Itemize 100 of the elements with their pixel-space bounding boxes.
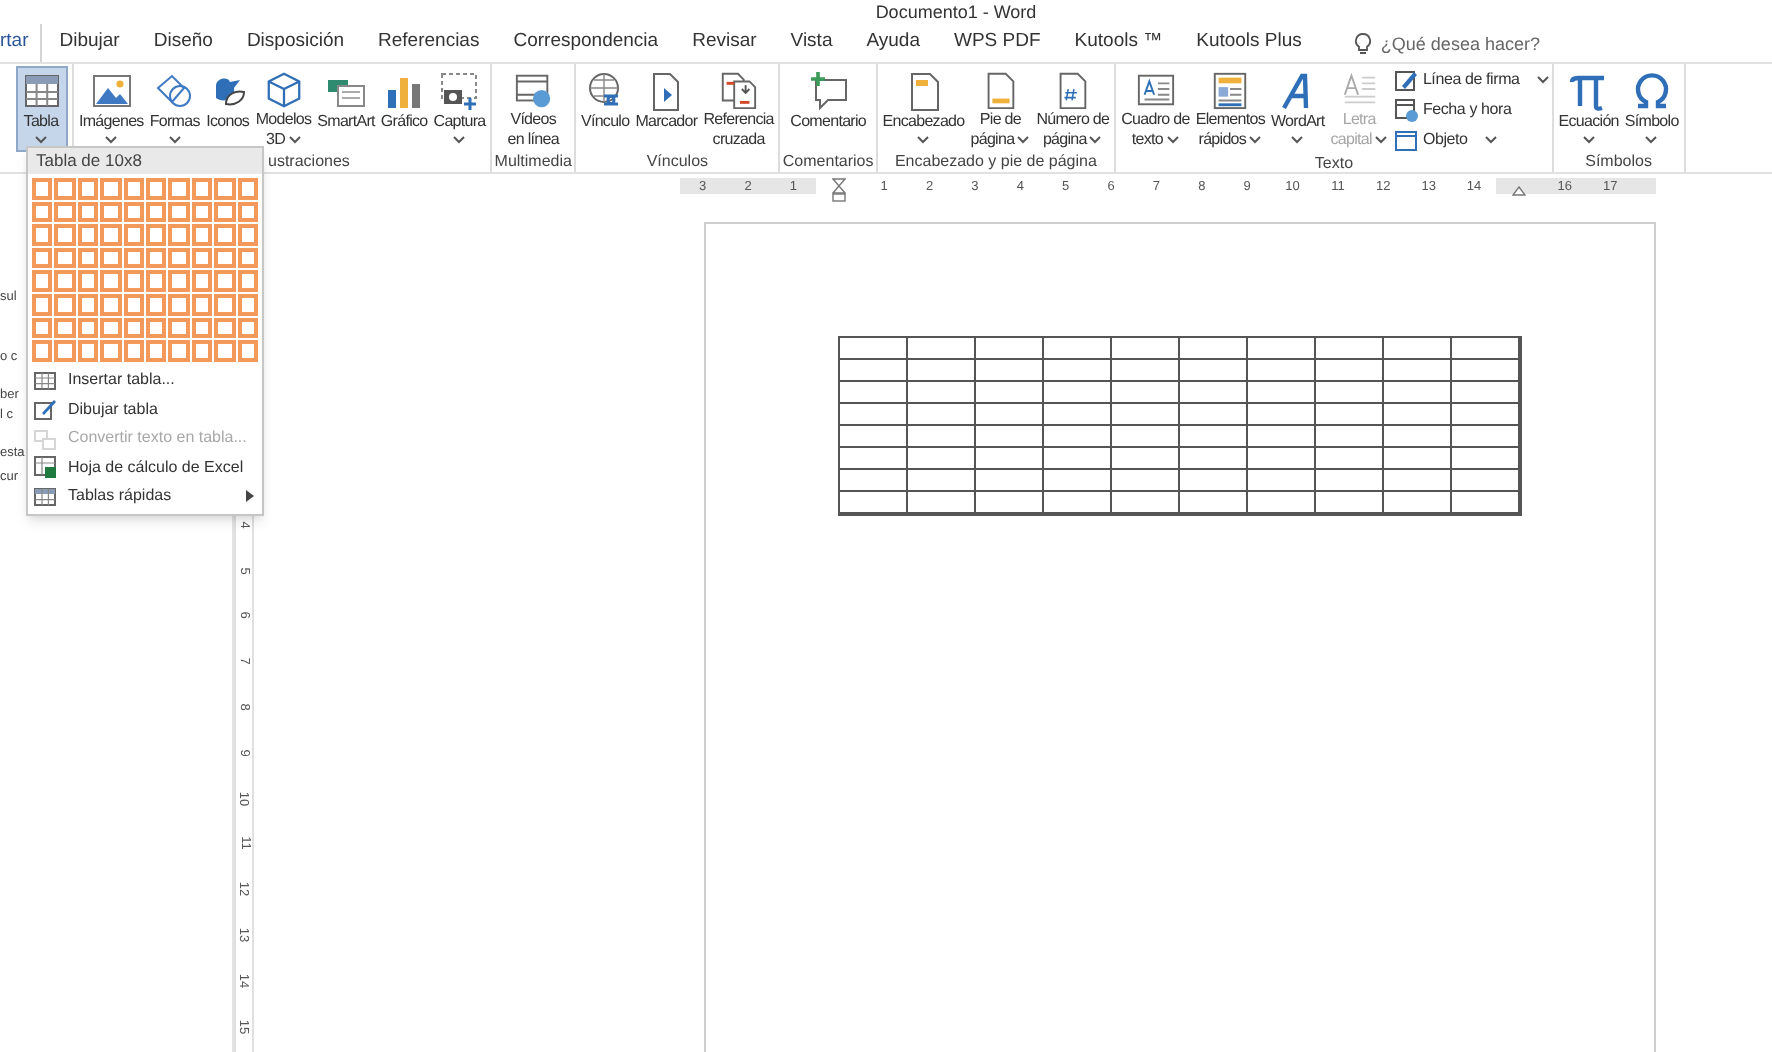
table-size-cell[interactable] (214, 340, 236, 362)
small-ribbon-button[interactable]: Línea de firma (1394, 66, 1550, 94)
table-size-cell[interactable] (237, 224, 259, 246)
table-size-cell[interactable] (100, 270, 122, 292)
table-size-cell[interactable] (237, 293, 259, 316)
ribbon-button[interactable]: Captura (430, 66, 489, 152)
table-size-cell[interactable] (54, 270, 76, 292)
ribbon-button[interactable]: Formas (146, 66, 203, 152)
table-size-cell[interactable] (168, 178, 190, 200)
table-size-cell[interactable] (168, 224, 190, 246)
ribbon-button[interactable]: Iconos (202, 66, 253, 152)
table-size-cell[interactable] (54, 201, 76, 223)
ribbon-button[interactable]: Encabezado (879, 66, 968, 152)
ribbon-button[interactable]: Vínculo (577, 66, 633, 152)
table-size-cell[interactable] (191, 293, 213, 316)
table-size-cell[interactable] (214, 247, 236, 269)
table-size-cell[interactable] (214, 270, 236, 292)
menu-item[interactable]: Dibujar tabla (28, 394, 262, 424)
table-size-cell[interactable] (146, 201, 167, 223)
tell-me-field[interactable]: ¿Qué desea hacer? (1380, 29, 1561, 57)
table-size-cell[interactable] (32, 178, 53, 200)
table-size-cell[interactable] (100, 340, 122, 362)
table-size-cell[interactable] (146, 247, 167, 269)
table-size-cell[interactable] (191, 317, 213, 339)
table-size-cell[interactable] (123, 340, 145, 362)
table-size-cell[interactable] (100, 317, 122, 339)
table-size-cell[interactable] (146, 317, 167, 339)
table-size-cell[interactable] (100, 293, 122, 316)
table-size-cell[interactable] (123, 247, 145, 269)
ribbon-button[interactable]: Número de página (1033, 66, 1113, 152)
ribbon-button[interactable]: WordArt (1268, 66, 1328, 152)
menu-item[interactable]: Tablas rápidas (28, 481, 262, 511)
ribbon-button[interactable]: Vídeos en línea (504, 66, 562, 152)
table-size-cell[interactable] (77, 340, 99, 362)
table-size-cell[interactable] (32, 247, 53, 269)
table-size-cell[interactable] (191, 270, 213, 292)
table-size-cell[interactable] (146, 293, 167, 316)
ribbon-tab[interactable]: Kutools Plus (1179, 24, 1319, 62)
table-size-cell[interactable] (168, 270, 190, 292)
table-size-cell[interactable] (237, 201, 259, 223)
table-size-cell[interactable] (77, 224, 99, 246)
table-size-cell[interactable] (168, 247, 190, 269)
table-size-cell[interactable] (237, 247, 259, 269)
ribbon-button[interactable]: Marcador (632, 66, 701, 152)
table-size-cell[interactable] (237, 270, 259, 292)
table-size-cell[interactable] (146, 178, 167, 200)
table-size-cell[interactable] (237, 340, 259, 362)
table-size-cell[interactable] (77, 293, 99, 316)
ribbon-button[interactable]: Cuadro de texto (1118, 66, 1193, 152)
table-size-cell[interactable] (54, 317, 76, 339)
table-size-cell[interactable] (123, 224, 145, 246)
table-size-cell[interactable] (32, 201, 53, 223)
table-size-cell[interactable] (168, 201, 190, 223)
ribbon-button[interactable]: Tabla (15, 66, 67, 152)
table-size-cell[interactable] (191, 201, 213, 223)
table-size-cell[interactable] (123, 201, 145, 223)
table-size-cell[interactable] (237, 178, 259, 200)
small-ribbon-button[interactable]: Objeto (1394, 126, 1550, 154)
table-size-cell[interactable] (146, 340, 167, 362)
table-size-cell[interactable] (214, 178, 236, 200)
ribbon-button[interactable]: Comentario (787, 66, 870, 152)
ribbon-tab[interactable]: Referencias (361, 24, 497, 62)
table-size-cell[interactable] (54, 224, 76, 246)
table-size-cell[interactable] (54, 340, 76, 362)
table-size-cell[interactable] (214, 293, 236, 316)
ribbon-button[interactable]: SmartArt (314, 66, 378, 152)
table-size-cell[interactable] (168, 340, 190, 362)
table-size-cell[interactable] (168, 317, 190, 339)
table-size-cell[interactable] (214, 224, 236, 246)
table-size-cell[interactable] (54, 293, 76, 316)
ribbon-tab[interactable]: Revisar (675, 24, 774, 62)
table-size-cell[interactable] (100, 224, 122, 246)
table-size-cell[interactable] (123, 270, 145, 292)
small-ribbon-button[interactable]: Fecha y hora (1394, 96, 1550, 124)
ribbon-button[interactable]: Modelos 3D (252, 66, 315, 152)
ribbon-button[interactable]: Ecuación (1555, 66, 1622, 152)
table-size-cell[interactable] (191, 224, 213, 246)
menu-item[interactable]: Hoja de cálculo de Excel (28, 452, 262, 482)
table-size-cell[interactable] (191, 340, 213, 362)
ribbon-button[interactable]: Gráfico (377, 66, 431, 152)
table-size-cell[interactable] (191, 178, 213, 200)
table-size-cell[interactable] (77, 317, 99, 339)
table-size-cell[interactable] (32, 224, 53, 246)
table-size-cell[interactable] (100, 247, 122, 269)
ribbon-button[interactable]: Pie de página (967, 66, 1034, 152)
table-size-cell[interactable] (214, 201, 236, 223)
table-size-cell[interactable] (77, 270, 99, 292)
table-size-cell[interactable] (146, 270, 167, 292)
table-size-cell[interactable] (77, 247, 99, 269)
table-size-cell[interactable] (146, 224, 167, 246)
menu-item[interactable]: Insertar tabla... (28, 365, 262, 395)
table-size-cell[interactable] (168, 293, 190, 316)
table-size-cell[interactable] (54, 178, 76, 200)
table-size-cell[interactable] (32, 317, 53, 339)
table-size-cell[interactable] (191, 247, 213, 269)
table-size-cell[interactable] (214, 317, 236, 339)
table-size-cell[interactable] (77, 178, 99, 200)
ribbon-tab[interactable]: Ayuda (849, 24, 937, 62)
table-size-cell[interactable] (32, 270, 53, 292)
ribbon-tab[interactable]: rtar (0, 24, 43, 62)
